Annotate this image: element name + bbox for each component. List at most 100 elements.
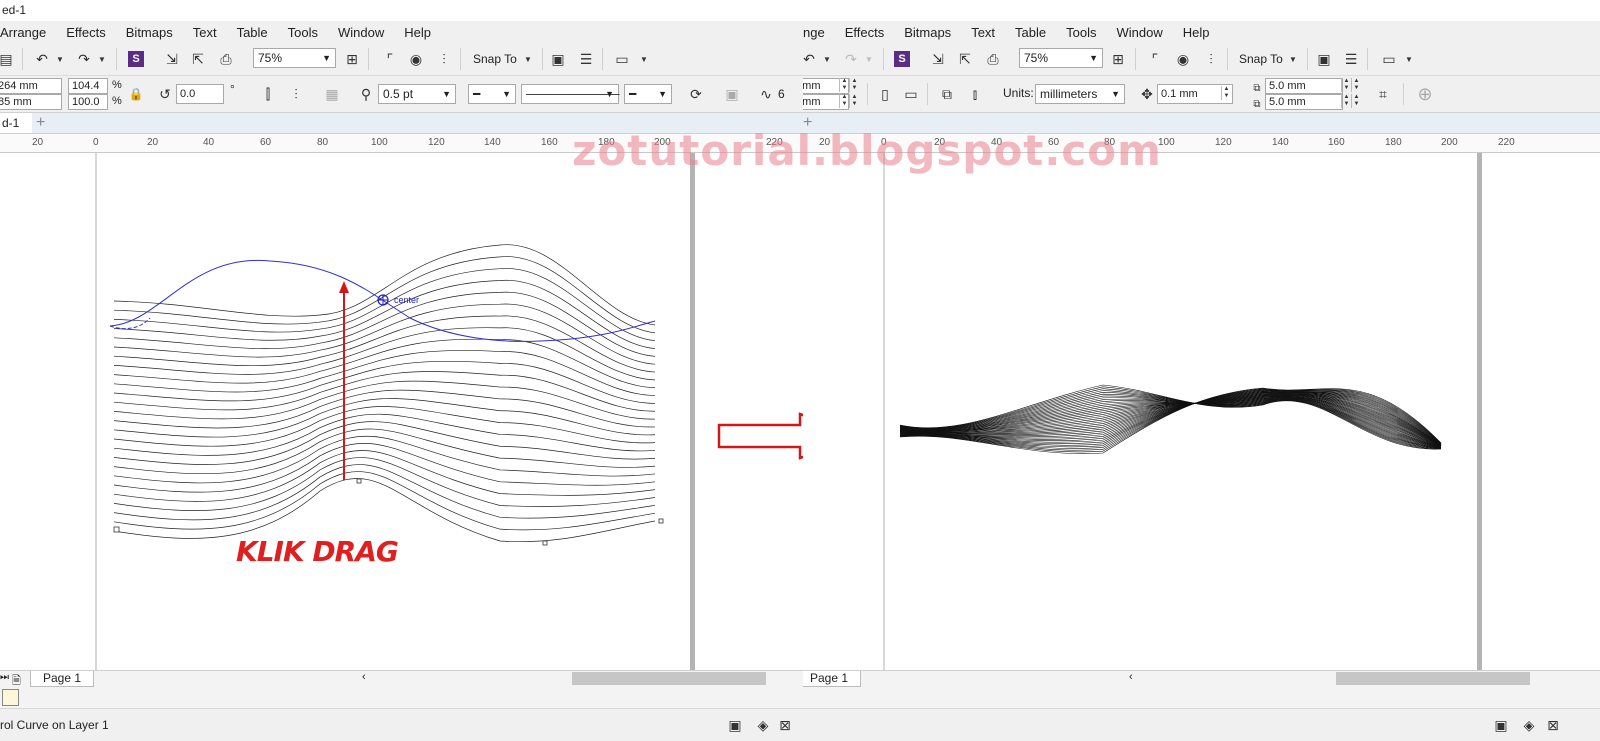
show-rulers-icon[interactable]: ⌜ xyxy=(1145,49,1165,69)
full-screen-preview-icon[interactable]: ⊞ xyxy=(1108,49,1128,69)
reverse-direction-icon[interactable]: ⟳ xyxy=(686,84,706,104)
welcome-screen-icon[interactable]: ▣ xyxy=(1314,49,1334,69)
node-handle[interactable] xyxy=(542,540,548,546)
spin-arrows-icon[interactable]: ▲ ▼ xyxy=(1351,78,1361,92)
menu-help[interactable]: Help xyxy=(404,25,431,40)
menu-arrange[interactable]: nge xyxy=(803,25,825,40)
spin-arrows-icon[interactable]: ▲ ▼ xyxy=(1221,86,1231,100)
object-width-field[interactable]: 264 mm xyxy=(0,78,62,94)
menu-window[interactable]: Window xyxy=(1116,25,1162,40)
print-icon[interactable]: ▤ xyxy=(0,49,16,69)
menu-effects[interactable]: Effects xyxy=(845,25,885,40)
mirror-horizontal-icon[interactable]: ⫿ xyxy=(258,84,278,104)
menu-table[interactable]: Table xyxy=(1015,25,1046,40)
units-select[interactable]: millimeters ▼ xyxy=(1035,84,1125,104)
launch-dropdown-icon[interactable]: ▼ xyxy=(1399,49,1419,69)
menu-bitmaps[interactable]: Bitmaps xyxy=(126,25,173,40)
scroll-left-icon[interactable]: ‹ xyxy=(362,671,366,683)
menu-help[interactable]: Help xyxy=(1183,25,1210,40)
launch-dropdown-icon[interactable]: ▼ xyxy=(634,49,654,69)
launch-icon[interactable]: ▭ xyxy=(612,49,632,69)
color-swatch[interactable] xyxy=(2,689,19,706)
add-preset-icon[interactable]: ⊕ xyxy=(1415,84,1435,104)
scale-x-field[interactable]: 104.4 xyxy=(68,78,108,94)
export-pdf-icon[interactable]: ⎙ xyxy=(983,49,1003,69)
wrap-text-icon[interactable]: ▦ xyxy=(322,84,342,104)
snap-to-label[interactable]: Snap To xyxy=(1239,52,1283,66)
node-handle[interactable] xyxy=(658,518,664,524)
line-style-select[interactable]: ─────────── ▼ xyxy=(521,84,620,104)
show-rulers-icon[interactable]: ⌜ xyxy=(380,49,400,69)
scale-y-field[interactable]: 100.0 xyxy=(68,94,108,110)
lock-ratio-icon[interactable]: 🔒 xyxy=(126,84,146,104)
current-page-icon[interactable]: ⫾ xyxy=(965,84,985,104)
duplicate-x-field[interactable]: 5.0 mm xyxy=(1265,78,1343,94)
undo-icon[interactable]: ↶ xyxy=(32,49,52,69)
show-grid-icon[interactable]: ◉ xyxy=(406,49,426,69)
export-icon[interactable]: ⇱ xyxy=(955,49,975,69)
spin-arrows-icon[interactable]: ▲ ▼ xyxy=(849,94,859,108)
spin-arrows-icon[interactable]: ▲ ▼ xyxy=(1341,78,1351,92)
curve-smoothing-icon[interactable]: ∿ xyxy=(756,84,776,104)
corel-connect-icon[interactable]: S xyxy=(128,51,144,67)
rotate-icon[interactable]: ↺ xyxy=(155,84,175,104)
last-page-icon[interactable]: ⏭ xyxy=(0,672,9,683)
portrait-icon[interactable]: ▯ xyxy=(875,84,895,104)
node-handle[interactable] xyxy=(356,478,362,484)
options-icon[interactable]: ☰ xyxy=(1341,49,1361,69)
bucket-icon[interactable]: ◈ xyxy=(753,715,773,735)
spin-arrows-icon[interactable]: ▲ ▼ xyxy=(849,78,859,92)
zoom-select[interactable]: 75% ▼ xyxy=(1019,48,1103,68)
rotation-field[interactable]: 0.0 xyxy=(176,84,224,104)
mirror-vertical-icon[interactable]: ⫶ xyxy=(286,84,306,104)
fill-color-icon[interactable]: ▣ xyxy=(1491,715,1511,735)
fill-color-icon[interactable]: ▣ xyxy=(725,715,745,735)
bucket-icon[interactable]: ◈ xyxy=(1519,715,1539,735)
object-height-field[interactable]: 85 mm xyxy=(0,94,62,110)
menu-text[interactable]: Text xyxy=(971,25,995,40)
undo-dropdown-icon[interactable]: ▼ xyxy=(817,49,837,69)
menu-tools[interactable]: Tools xyxy=(288,25,318,40)
redo-dropdown-icon[interactable]: ▼ xyxy=(92,49,112,69)
landscape-icon[interactable]: ▭ xyxy=(901,84,921,104)
export-pdf-icon[interactable]: ⎙ xyxy=(216,49,236,69)
drawing-canvas[interactable]: center KLIK DRAG xyxy=(0,153,803,670)
undo-dropdown-icon[interactable]: ▼ xyxy=(50,49,70,69)
spin-arrows-icon[interactable]: ▲ ▼ xyxy=(839,94,849,108)
outline-color-icon[interactable]: ⊠ xyxy=(775,715,795,735)
nudge-icon[interactable]: ✥ xyxy=(1137,84,1157,104)
show-guidelines-icon[interactable]: ⫶ xyxy=(1201,49,1221,69)
menu-window[interactable]: Window xyxy=(338,25,384,40)
redo-icon[interactable]: ↷ xyxy=(74,49,94,69)
start-arrowhead-select[interactable]: ━ ▼ xyxy=(468,84,516,104)
outline-color-icon[interactable]: ⊠ xyxy=(1543,715,1563,735)
horizontal-scrollbar[interactable] xyxy=(572,672,766,685)
duplicate-y-field[interactable]: 5.0 mm xyxy=(1265,94,1343,110)
menu-text[interactable]: Text xyxy=(193,25,217,40)
snap-to-dropdown-icon[interactable]: ▼ xyxy=(518,49,538,69)
end-arrowhead-select[interactable]: ━ ▼ xyxy=(624,84,672,104)
menu-effects[interactable]: Effects xyxy=(66,25,106,40)
menu-arrange[interactable]: Arrange xyxy=(0,25,46,40)
spin-arrows-icon[interactable]: ▲ ▼ xyxy=(1351,94,1361,108)
drawing-canvas-right[interactable] xyxy=(803,153,1600,670)
menu-table[interactable]: Table xyxy=(237,25,268,40)
outline-width-select[interactable]: 0.5 pt ▼ xyxy=(378,84,456,104)
close-curve-icon[interactable]: ▣ xyxy=(722,84,742,104)
options-icon[interactable]: ☰ xyxy=(576,49,596,69)
outline-pen-icon[interactable]: ⚲ xyxy=(356,84,376,104)
spin-arrows-icon[interactable]: ▲ ▼ xyxy=(839,78,849,92)
export-icon[interactable]: ⇱ xyxy=(188,49,208,69)
horizontal-scrollbar[interactable] xyxy=(1336,672,1530,685)
spin-arrows-icon[interactable]: ▲ ▼ xyxy=(1341,94,1351,108)
show-guidelines-icon[interactable]: ⫶ xyxy=(434,49,454,69)
menu-bitmaps[interactable]: Bitmaps xyxy=(904,25,951,40)
zoom-select[interactable]: 75% ▼ xyxy=(253,48,336,68)
menu-tools[interactable]: Tools xyxy=(1066,25,1096,40)
snap-to-label[interactable]: Snap To xyxy=(473,52,517,66)
page-border-icon[interactable]: ⌗ xyxy=(1373,84,1393,104)
launch-icon[interactable]: ▭ xyxy=(1379,49,1399,69)
show-grid-icon[interactable]: ◉ xyxy=(1173,49,1193,69)
redo-dropdown-icon[interactable]: ▼ xyxy=(859,49,879,69)
full-screen-preview-icon[interactable]: ⊞ xyxy=(342,49,362,69)
